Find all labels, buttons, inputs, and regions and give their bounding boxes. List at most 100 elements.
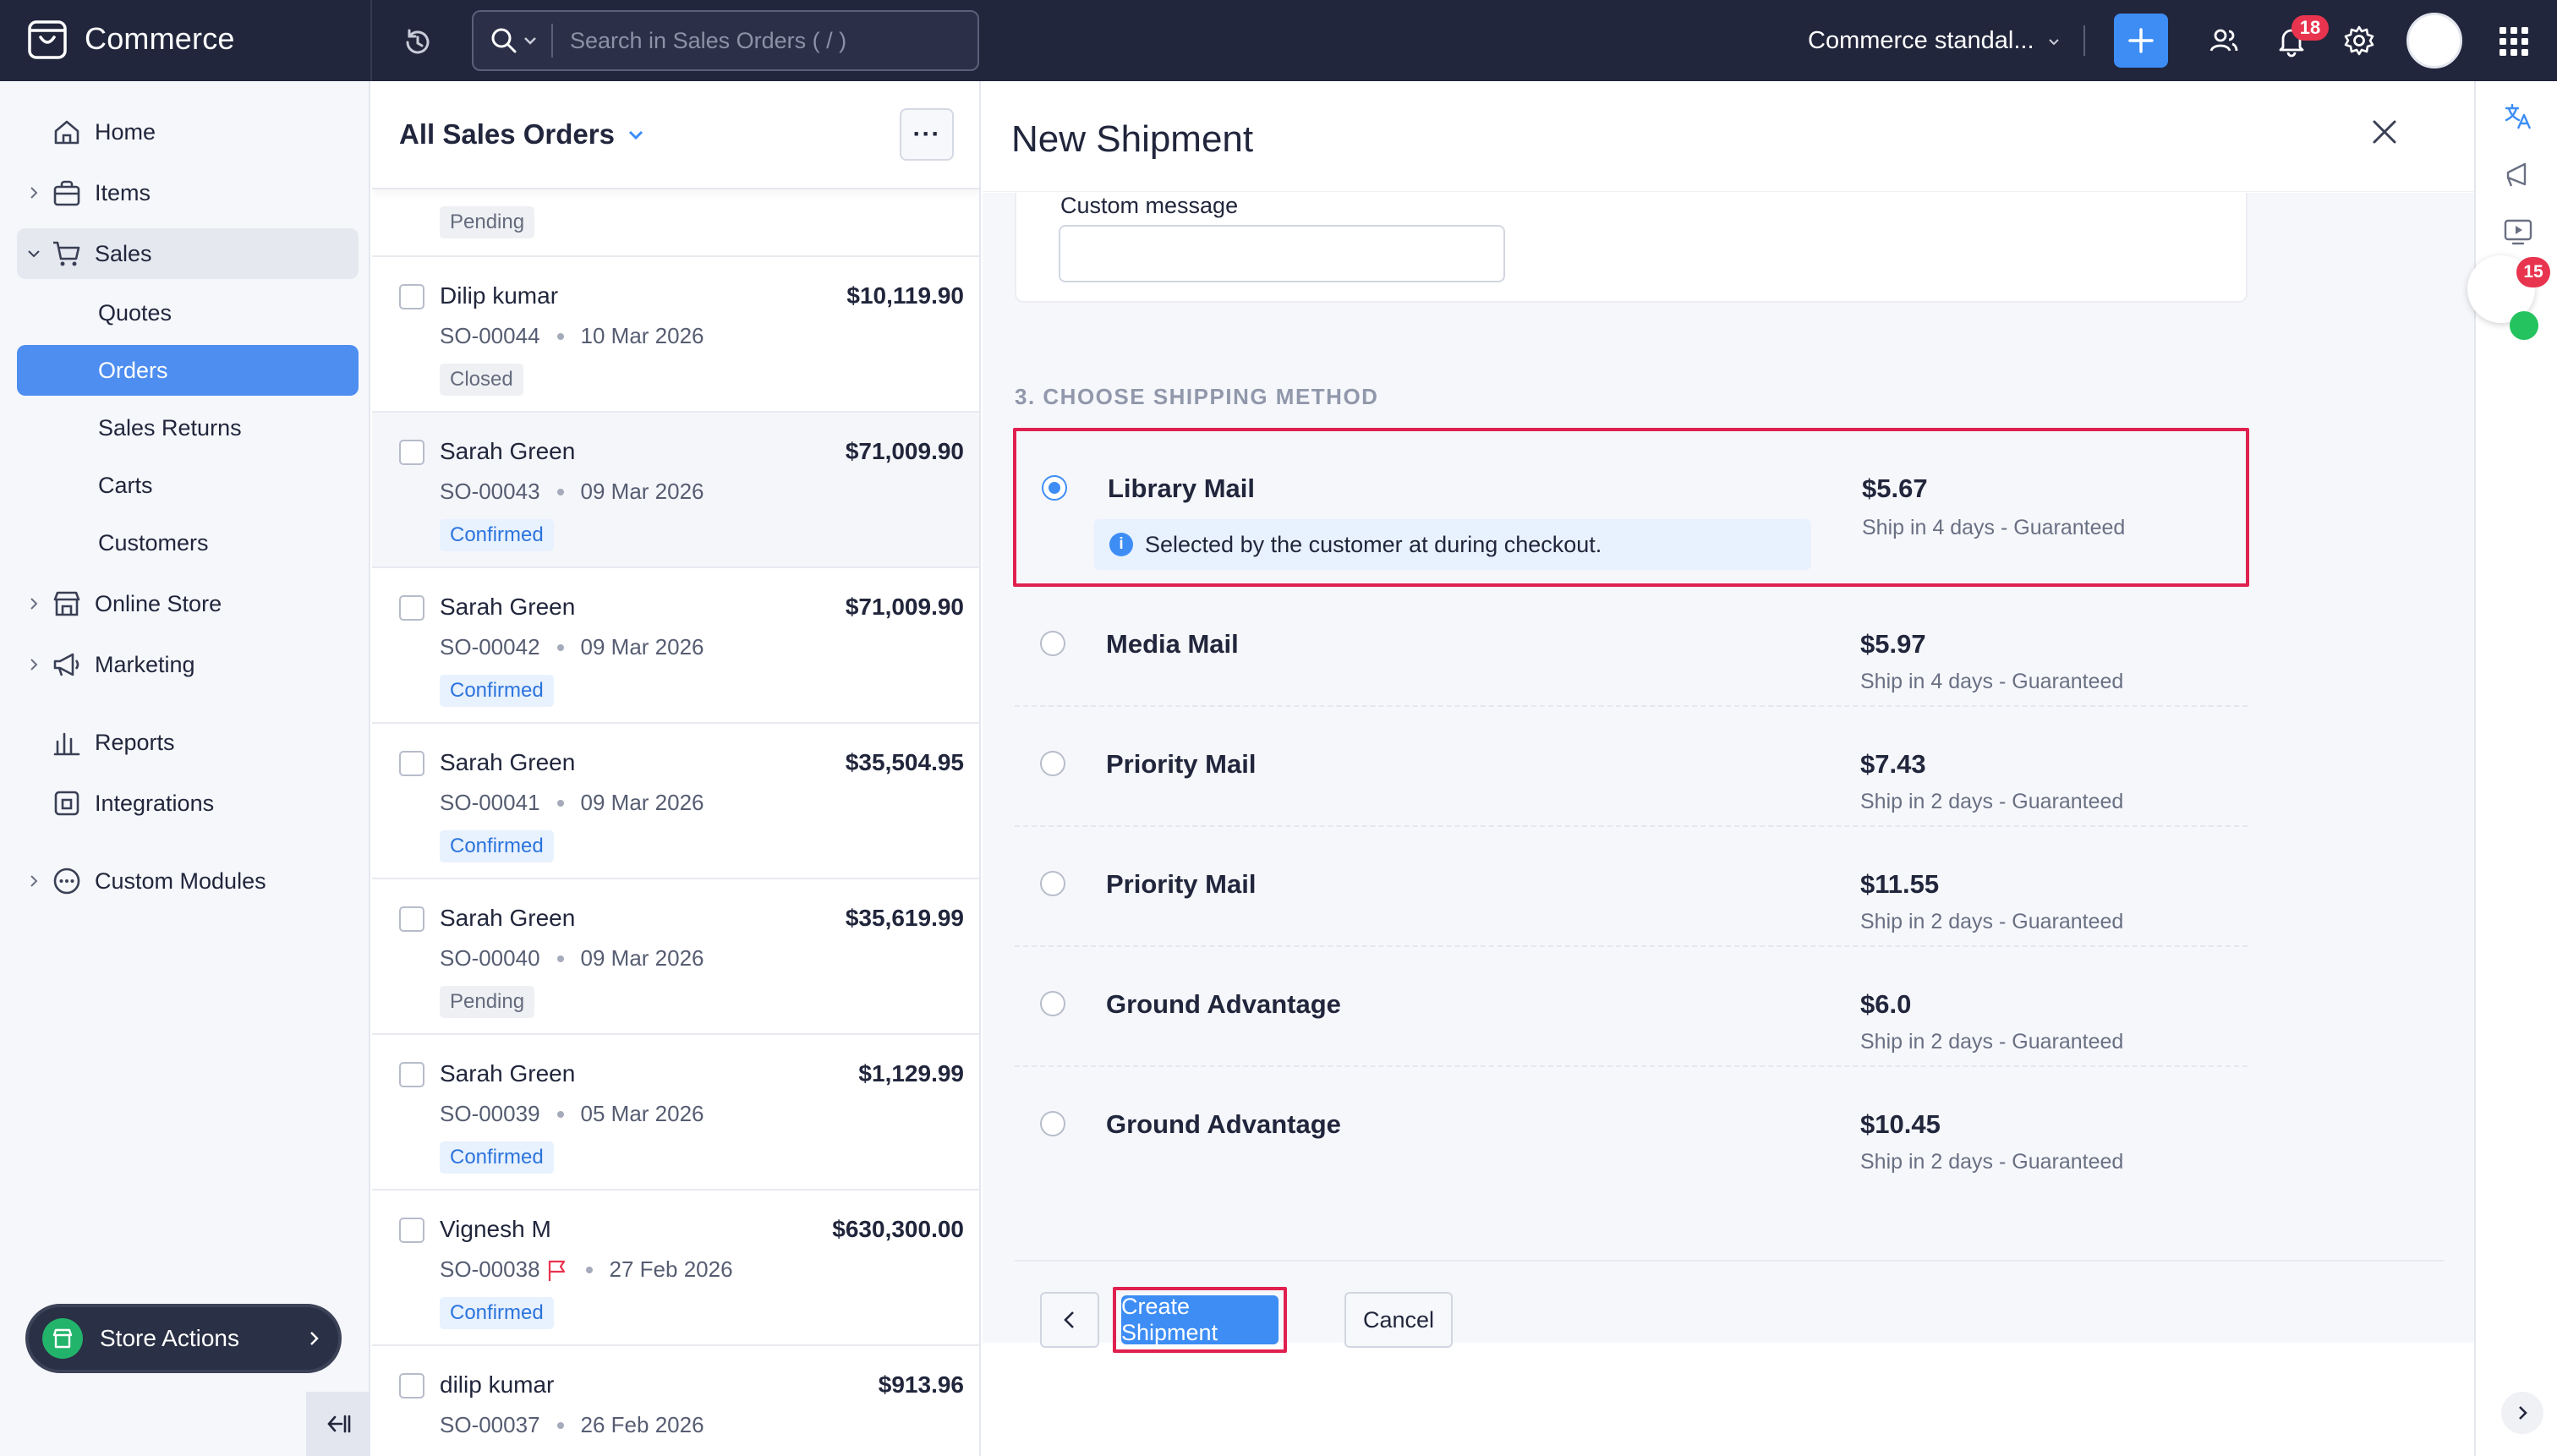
chevron-right-icon xyxy=(2519,1406,2527,1420)
create-shipment-button[interactable]: Create Shipment xyxy=(1121,1294,1278,1345)
row-checkbox[interactable] xyxy=(399,595,424,621)
sidebar-item-home[interactable]: Home xyxy=(17,107,359,157)
row-checkbox[interactable] xyxy=(399,751,424,776)
radio-button[interactable] xyxy=(1040,871,1065,896)
home-icon xyxy=(54,120,79,145)
sidebar-item-online-store[interactable]: Online Store xyxy=(17,578,359,629)
table-row[interactable]: Dilip kumar $10,119.90 SO-00044 10 Mar 2… xyxy=(372,257,979,413)
radio-button[interactable] xyxy=(1040,751,1065,776)
top-bar: Commerce Search in Sales Orders ( / ) Co… xyxy=(0,0,2557,81)
order-meta: SO-00038 27 Feb 2026 xyxy=(440,1256,733,1283)
sidebar-item-custom-modules[interactable]: Custom Modules xyxy=(17,856,359,906)
user-avatar[interactable] xyxy=(2406,13,2462,68)
sidebar-item-quotes[interactable]: Quotes xyxy=(17,287,359,338)
order-number: SO-00043 xyxy=(440,479,540,504)
header-divider xyxy=(983,191,2474,192)
table-row[interactable]: Vignesh M $630,300.00 SO-00038 27 Feb 20… xyxy=(372,1191,979,1346)
org-switcher[interactable]: Commerce standal... xyxy=(1808,27,2061,55)
table-row[interactable]: Sarah Green $71,009.90 SO-00042 09 Mar 2… xyxy=(372,568,979,724)
sidebar-item-label: Home xyxy=(95,118,156,145)
table-row[interactable]: Sarah Green $35,619.99 SO-00040 09 Mar 2… xyxy=(372,879,979,1035)
chevron-right-icon[interactable] xyxy=(25,595,42,612)
sidebar-item-label: Integrations xyxy=(95,790,215,816)
method-name: Library Mail xyxy=(1108,473,1255,503)
separator-dot xyxy=(556,488,564,495)
chevron-down-icon xyxy=(628,130,643,140)
sidebar-item-orders[interactable]: Orders xyxy=(17,345,359,396)
sidebar-item-carts[interactable]: Carts xyxy=(17,460,359,511)
row-checkbox[interactable] xyxy=(399,284,424,309)
status-badge: Pending xyxy=(440,206,535,238)
method-name: Ground Advantage xyxy=(1106,989,1341,1019)
megaphone-icon xyxy=(53,653,79,676)
order-date: 09 Mar 2026 xyxy=(580,479,704,504)
order-number: SO-00041 xyxy=(440,790,540,815)
table-row[interactable]: Sarah Green $1,129.99 SO-00039 05 Mar 20… xyxy=(372,1035,979,1191)
collapse-sidebar-button[interactable] xyxy=(306,1392,370,1456)
gear-icon[interactable] xyxy=(2342,24,2376,57)
sidebar-item-reports[interactable]: Reports xyxy=(17,717,359,768)
separator-dot xyxy=(556,332,564,340)
chevron-right-icon[interactable] xyxy=(25,873,42,889)
status-badge: Confirmed xyxy=(440,1297,554,1329)
store-actions-button[interactable]: Store Actions xyxy=(25,1304,342,1373)
cancel-button[interactable]: Cancel xyxy=(1344,1292,1453,1348)
whatsapp-icon[interactable] xyxy=(2510,311,2538,340)
footer-divider xyxy=(1015,1260,2444,1262)
translate-icon[interactable] xyxy=(2501,100,2535,134)
order-amount: $71,009.90 xyxy=(845,594,964,620)
orders-view-selector[interactable]: All Sales Orders xyxy=(399,118,645,151)
close-icon[interactable] xyxy=(2366,113,2403,151)
sidebar-item-customers[interactable]: Customers xyxy=(17,517,359,568)
sidebar-item-marketing[interactable]: Marketing xyxy=(17,639,359,690)
shipping-method-option[interactable]: Priority Mail $11.55 Ship in 2 days - Gu… xyxy=(1015,827,2248,947)
radio-button-selected[interactable] xyxy=(1042,475,1067,501)
apps-grid-icon[interactable] xyxy=(2498,25,2530,57)
chevron-right-icon[interactable] xyxy=(25,656,42,673)
shipping-method-option[interactable]: Ground Advantage $6.0 Ship in 2 days - G… xyxy=(1015,947,2248,1067)
method-eta: Ship in 2 days - Guaranteed xyxy=(1860,790,2124,813)
search-icon[interactable] xyxy=(489,25,519,56)
chevron-down-icon[interactable] xyxy=(25,245,42,262)
sidebar-item-sales-returns[interactable]: Sales Returns xyxy=(17,402,359,453)
table-row[interactable]: Sarah Green $71,009.90 SO-00043 09 Mar 2… xyxy=(372,413,979,568)
row-checkbox[interactable] xyxy=(399,440,424,465)
radio-button[interactable] xyxy=(1040,631,1065,656)
shipping-method-option[interactable]: Priority Mail $7.43 Ship in 2 days - Gua… xyxy=(1015,707,2248,827)
chevron-right-icon[interactable] xyxy=(25,184,42,201)
shipping-method-option[interactable]: Media Mail $5.97 Ship in 4 days - Guaran… xyxy=(1015,587,2248,707)
row-checkbox[interactable] xyxy=(399,1218,424,1243)
row-checkbox[interactable] xyxy=(399,1062,424,1087)
brand[interactable]: Commerce xyxy=(27,17,235,61)
custom-message-input[interactable] xyxy=(1059,225,1505,282)
shipping-method-option[interactable]: Library Mail $5.67 Ship in 4 days - Guar… xyxy=(1013,428,2249,587)
order-number: SO-00038 xyxy=(440,1256,540,1282)
more-options-button[interactable]: ··· xyxy=(900,108,954,161)
quick-create-button[interactable] xyxy=(2114,14,2168,68)
search-input[interactable]: Search in Sales Orders ( / ) xyxy=(570,28,846,54)
search-box[interactable]: Search in Sales Orders ( / ) xyxy=(472,10,979,71)
expand-rail-button[interactable] xyxy=(2501,1392,2543,1434)
users-icon[interactable] xyxy=(2207,24,2241,57)
video-icon[interactable] xyxy=(2501,215,2535,249)
row-checkbox[interactable] xyxy=(399,906,424,932)
recent-history-icon[interactable] xyxy=(401,25,435,59)
order-number: SO-00039 xyxy=(440,1101,540,1126)
back-button[interactable] xyxy=(1040,1292,1099,1348)
table-row[interactable]: Sarah Green $35,504.95 SO-00041 09 Mar 2… xyxy=(372,724,979,879)
search-scope-chevron-icon[interactable] xyxy=(523,33,538,48)
sidebar-item-integrations[interactable]: Integrations xyxy=(17,778,359,829)
sidebar-item-items[interactable]: Items xyxy=(17,167,359,218)
radio-button[interactable] xyxy=(1040,1111,1065,1136)
custom-message-card: Custom message xyxy=(1015,193,2248,303)
sidebar-item-sales[interactable]: Sales xyxy=(17,228,359,279)
shipping-method-option[interactable]: Ground Advantage $10.45 Ship in 2 days -… xyxy=(1015,1067,2248,1187)
method-price: $6.0 xyxy=(1860,989,1912,1019)
order-amount: $913.96 xyxy=(878,1371,964,1398)
method-eta: Ship in 2 days - Guaranteed xyxy=(1860,1030,2124,1054)
create-shipment-highlight: Create Shipment xyxy=(1113,1287,1287,1353)
table-row[interactable]: dilip kumar $913.96 SO-00037 26 Feb 2026 xyxy=(372,1346,979,1456)
row-checkbox[interactable] xyxy=(399,1373,424,1399)
megaphone-icon[interactable] xyxy=(2501,159,2535,193)
radio-button[interactable] xyxy=(1040,991,1065,1016)
